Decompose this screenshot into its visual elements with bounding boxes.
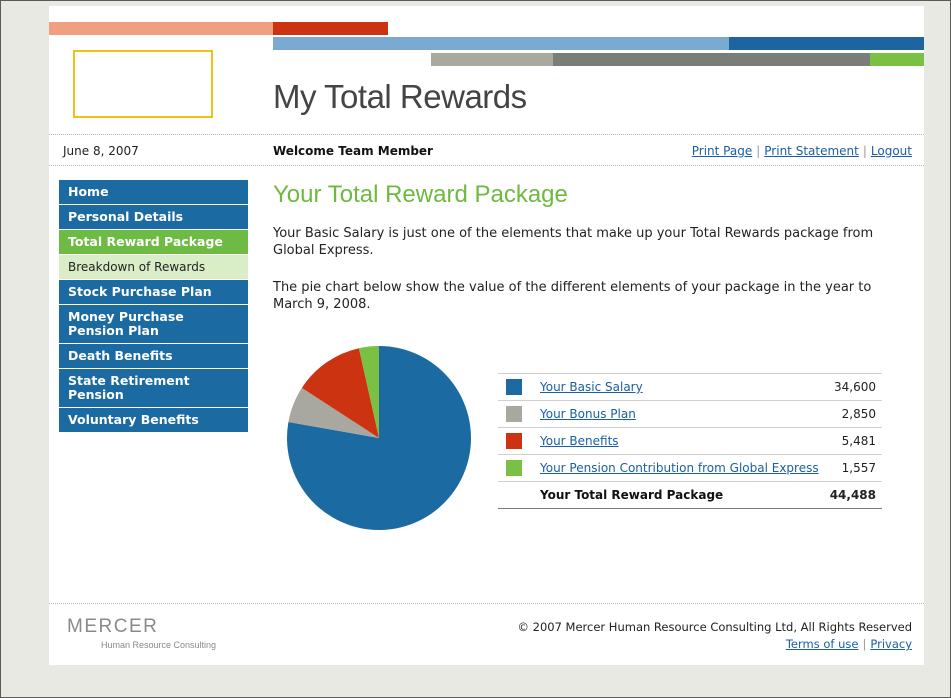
sidebar-item-state-retirement-pension[interactable]: State Retirement Pension bbox=[59, 369, 248, 408]
sidebar-item-breakdown-of-rewards[interactable]: Breakdown of Rewards bbox=[59, 255, 248, 280]
window-frame: My Total Rewards June 8, 2007 Welcome Te… bbox=[0, 0, 951, 698]
header-bar-darkblue bbox=[729, 37, 924, 50]
sidebar-item-stock-purchase-plan[interactable]: Stock Purchase Plan bbox=[59, 280, 248, 305]
rewards-pie-chart bbox=[287, 346, 471, 530]
sidebar-item-money-purchase-pension-plan[interactable]: Money Purchase Pension Plan bbox=[59, 305, 248, 344]
sidebar-item-total-reward-package[interactable]: Total Reward Package bbox=[59, 230, 248, 255]
page-heading: Your Total Reward Package bbox=[273, 181, 568, 208]
header-divider-bottom bbox=[49, 165, 924, 166]
legend-swatch-benefits bbox=[506, 433, 522, 449]
sidebar-item-home[interactable]: Home bbox=[59, 180, 248, 205]
rewards-table: Your Basic Salary 34,600 Your Bonus Plan… bbox=[498, 373, 882, 509]
header-bar-red bbox=[273, 22, 388, 35]
mercer-tagline: Human Resource Consulting bbox=[101, 640, 217, 650]
privacy-link[interactable]: Privacy bbox=[870, 637, 912, 651]
total-value: 44,488 bbox=[827, 481, 882, 509]
welcome-message: Welcome Team Member bbox=[273, 144, 433, 158]
separator: | bbox=[862, 637, 867, 651]
header-divider-top bbox=[49, 134, 924, 135]
bonus-plan-link[interactable]: Your Bonus Plan bbox=[540, 407, 636, 421]
separator: | bbox=[862, 144, 867, 158]
mercer-logo: MERCER bbox=[67, 616, 159, 637]
page: My Total Rewards June 8, 2007 Welcome Te… bbox=[49, 6, 924, 665]
print-statement-link[interactable]: Print Statement bbox=[764, 144, 859, 158]
logout-link[interactable]: Logout bbox=[871, 144, 912, 158]
legend-swatch-bonus-plan bbox=[506, 406, 522, 422]
copyright-text: © 2007 Mercer Human Resource Consulting … bbox=[517, 620, 912, 634]
separator: | bbox=[756, 144, 761, 158]
total-label: Your Total Reward Package bbox=[540, 481, 828, 509]
header-bar-salmon bbox=[49, 22, 273, 35]
chart-description: The pie chart below show the value of th… bbox=[273, 280, 872, 312]
table-row: Your Benefits 5,481 bbox=[498, 427, 882, 455]
sidebar-item-voluntary-benefits[interactable]: Voluntary Benefits bbox=[59, 408, 248, 433]
utility-links: Print Page | Print Statement | Logout bbox=[692, 144, 912, 158]
table-row-total: Your Total Reward Package 44,488 bbox=[498, 481, 882, 509]
site-title: My Total Rewards bbox=[273, 78, 527, 115]
header-bar-lightgray bbox=[431, 53, 553, 66]
sidebar-item-personal-details[interactable]: Personal Details bbox=[59, 205, 248, 230]
sidebar-item-death-benefits[interactable]: Death Benefits bbox=[59, 344, 248, 369]
logo-placeholder bbox=[73, 50, 213, 118]
terms-of-use-link[interactable]: Terms of use bbox=[786, 637, 859, 651]
legend-swatch-basic-salary bbox=[506, 379, 522, 395]
table-row: Your Basic Salary 34,600 bbox=[498, 373, 882, 401]
pension-contribution-link[interactable]: Your Pension Contribution from Global Ex… bbox=[540, 461, 819, 475]
footer-divider bbox=[49, 603, 924, 604]
header-bar-darkgray bbox=[553, 53, 870, 66]
bonus-plan-value: 2,850 bbox=[827, 400, 882, 428]
footer-links: Terms of use | Privacy bbox=[786, 637, 912, 651]
print-page-link[interactable]: Print Page bbox=[692, 144, 752, 158]
table-row: Your Bonus Plan 2,850 bbox=[498, 400, 882, 428]
sidebar-nav: Home Personal Details Total Reward Packa… bbox=[59, 180, 248, 433]
legend-swatch-pension-contribution bbox=[506, 460, 522, 476]
benefits-value: 5,481 bbox=[827, 427, 882, 455]
header-bar-lightblue bbox=[273, 37, 729, 50]
benefits-link[interactable]: Your Benefits bbox=[540, 434, 619, 448]
header-bar-green bbox=[870, 53, 924, 66]
intro-paragraph: Your Basic Salary is just one of the ele… bbox=[273, 226, 874, 258]
table-row: Your Pension Contribution from Global Ex… bbox=[498, 454, 882, 482]
basic-salary-value: 34,600 bbox=[827, 373, 882, 401]
pension-contribution-value: 1,557 bbox=[827, 454, 882, 482]
current-date: June 8, 2007 bbox=[63, 144, 139, 158]
basic-salary-link[interactable]: Your Basic Salary bbox=[540, 380, 643, 394]
